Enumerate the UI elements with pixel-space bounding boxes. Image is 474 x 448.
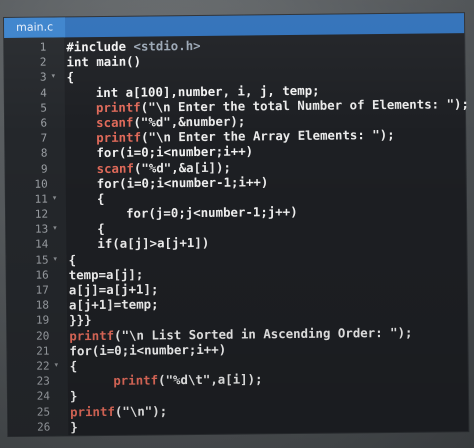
line-number: 24 <box>36 389 51 403</box>
line-number: 14 <box>35 237 49 252</box>
function-token: printf <box>113 372 159 388</box>
line-number: 26 <box>36 420 51 434</box>
code-text: } <box>70 419 78 434</box>
code-token: { <box>97 221 105 237</box>
line-number: 20 <box>36 329 50 343</box>
code-text: printf("\n"); <box>70 403 167 419</box>
code-token: ("\n"); <box>114 402 168 419</box>
code-text: temp=a[j]; <box>69 266 144 282</box>
code-token: ("%d\t",a[i]); <box>157 371 263 388</box>
line-number: 9 <box>40 162 48 176</box>
code-token: ("%d",&a[i]); <box>133 159 231 176</box>
code-token: if(a[j]>a[j+1]) <box>97 235 210 252</box>
code-token: { <box>96 190 105 206</box>
code-text: printf("%d\t",a[i]); <box>113 371 262 388</box>
tab-bar: main.c <box>4 13 465 38</box>
line-number: 4 <box>40 86 47 100</box>
line-number: 13 <box>34 222 49 236</box>
function-token: scanf <box>96 160 134 176</box>
code-token: } <box>69 388 78 404</box>
code-text: scanf("%d",&a[i]); <box>96 159 230 176</box>
code-text: { <box>68 252 76 267</box>
code-text: a[j+1]=temp; <box>69 297 159 313</box>
fold-toggle-icon[interactable]: ▾ <box>52 252 58 267</box>
line-number: 5 <box>40 101 48 115</box>
line-number: 12 <box>34 207 49 221</box>
code-token: #include <box>66 38 134 55</box>
function-token: printf <box>95 99 141 115</box>
code-token: for(i=0;i<number;i++) <box>96 143 254 161</box>
code-token: { <box>69 358 78 374</box>
code-token: a[j]=a[j+1]; <box>68 281 159 298</box>
code-text: if(a[j]>a[j+1]) <box>97 235 209 251</box>
code-text: for(i=0;i<number;i++) <box>69 341 226 358</box>
line-number: 18 <box>35 298 50 312</box>
code-editor-window: main.c 1 #include <stdio.h> 2 int main() 3 ▾ {… <box>4 13 469 436</box>
code-text: #include <stdio.h> <box>66 38 200 55</box>
function-token: scanf <box>96 114 134 130</box>
code-token: int main() <box>66 53 142 70</box>
code-token: }}} <box>69 312 92 328</box>
code-token: } <box>70 418 78 435</box>
line-number: 1 <box>39 40 47 54</box>
line-number: 17 <box>35 283 49 297</box>
line-number: 3 <box>39 70 47 85</box>
code-text: scanf("%d",&number); <box>96 113 245 130</box>
line-number: 22 <box>36 359 50 373</box>
function-token: printf <box>70 403 115 419</box>
fold-toggle-icon[interactable]: ▾ <box>52 222 58 237</box>
code-token: { <box>66 69 75 85</box>
fold-toggle-icon[interactable]: ▾ <box>52 191 58 206</box>
code-text: a[j]=a[j+1]; <box>69 281 159 297</box>
code-text: { <box>97 191 105 206</box>
code-text: for(i=0;i<number-1;i++) <box>97 174 269 191</box>
code-token: ("%d",&number); <box>133 113 246 130</box>
code-token: temp=a[j]; <box>68 266 144 283</box>
line-number: 16 <box>35 268 49 282</box>
code-text: { <box>97 221 105 236</box>
code-text: }}} <box>69 312 92 327</box>
code-text: } <box>70 389 78 404</box>
code-text: int main() <box>66 54 141 70</box>
fold-toggle-icon[interactable]: ▾ <box>54 358 60 373</box>
code-token: { <box>68 251 77 267</box>
line-number: 21 <box>36 344 50 358</box>
code-token: for(i=0;i<number;i++) <box>69 341 227 359</box>
code-text: for(i=0;i<number;i++) <box>96 144 253 161</box>
line-number: 11 <box>34 192 48 206</box>
code-text: { <box>67 70 75 85</box>
function-token: printf <box>96 129 142 146</box>
line-number: 7 <box>40 131 48 145</box>
tab-main-c[interactable]: main.c <box>4 17 66 38</box>
code-token: a[j+1]=temp; <box>68 296 159 313</box>
line-number: 8 <box>40 146 48 160</box>
line-number: 15 <box>35 253 49 267</box>
fold-toggle-icon[interactable]: ▾ <box>51 70 57 85</box>
code-area[interactable]: 1 #include <stdio.h> 2 int main() 3 ▾{4 int a[… <box>4 35 469 435</box>
function-token: printf <box>69 327 115 343</box>
code-token: <stdio.h> <box>133 37 201 54</box>
line-number: 23 <box>36 374 50 388</box>
code-text: for(j=0;j<number-1;j++) <box>126 204 298 221</box>
line-number: 19 <box>35 313 50 328</box>
code-token: for(j=0;j<number-1;j++) <box>125 203 298 221</box>
line-number: 25 <box>36 405 51 419</box>
code-text: { <box>70 358 78 373</box>
line-number: 10 <box>34 177 48 191</box>
code-token: for(i=0;i<number-1;i++) <box>96 173 269 191</box>
line-number: 2 <box>39 55 47 69</box>
line-number: 6 <box>40 116 48 130</box>
